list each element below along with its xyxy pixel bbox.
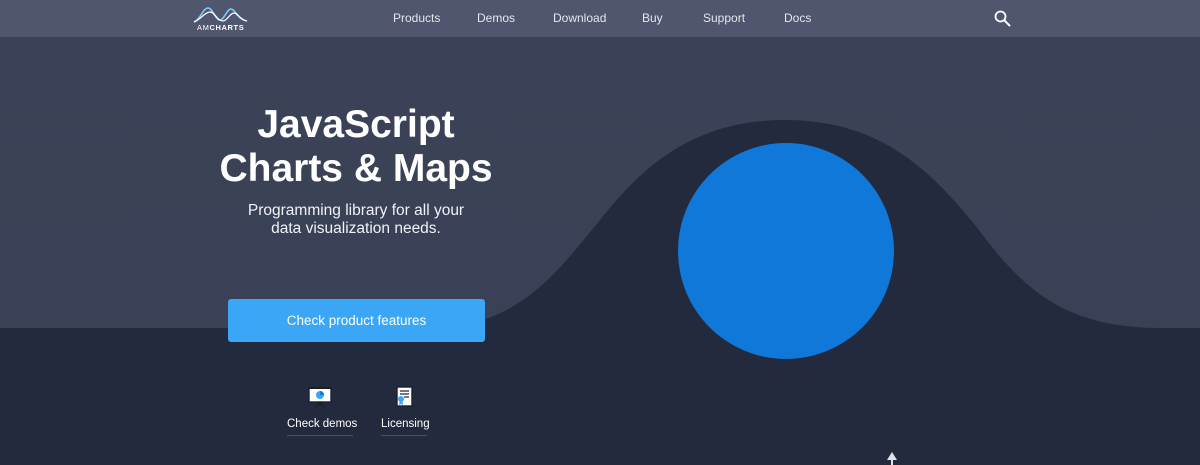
license-document-icon [381, 386, 427, 411]
scroll-arrow-icon[interactable] [885, 452, 899, 465]
logo-wave-icon [193, 7, 248, 23]
logo-text-light: AM [197, 23, 210, 32]
hero-subtitle-line2: data visualization needs. [271, 220, 441, 237]
top-navbar: AMCHARTS Products Demos Download Buy Sup… [0, 0, 1200, 37]
check-demos-link[interactable]: Check demos [287, 386, 357, 436]
licensing-link[interactable]: Licensing [381, 386, 430, 436]
logo-text-bold: CHARTS [209, 23, 245, 32]
hero-chart-circle [678, 143, 894, 359]
presentation-board-icon [287, 386, 353, 411]
licensing-label: Licensing [381, 418, 430, 436]
search-icon[interactable] [994, 10, 1011, 27]
hero-wave-shape [0, 120, 1200, 465]
amcharts-logo[interactable]: AMCHARTS [193, 4, 249, 32]
check-demos-label: Check demos [287, 418, 357, 436]
nav-download[interactable]: Download [553, 11, 606, 25]
hero-title-line1: JavaScript [257, 103, 455, 146]
logo-wordmark: AMCHARTS [197, 23, 244, 32]
nav-buy[interactable]: Buy [642, 11, 663, 25]
hero-title-line2: Charts & Maps [219, 147, 493, 190]
nav-support[interactable]: Support [703, 11, 745, 25]
nav-products[interactable]: Products [393, 11, 440, 25]
check-product-features-button[interactable]: Check product features [228, 299, 485, 342]
nav-docs[interactable]: Docs [784, 11, 811, 25]
nav-demos[interactable]: Demos [477, 11, 515, 25]
